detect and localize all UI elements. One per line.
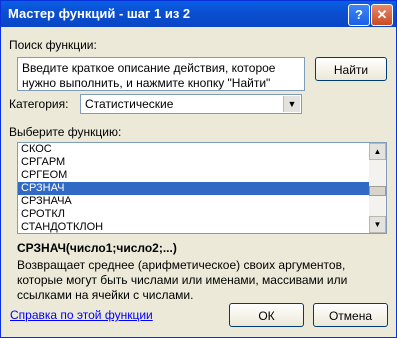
category-label: Категория: — [9, 97, 69, 111]
list-item[interactable]: СРГАРМ — [18, 156, 369, 169]
scroll-up-icon[interactable]: ▲ — [369, 143, 386, 160]
category-select[interactable]: Статистические ▼ — [80, 94, 302, 114]
function-wizard-dialog: Мастер функций - шаг 1 из 2 ? ✕ Поиск фу… — [0, 0, 397, 338]
scroll-down-icon[interactable]: ▼ — [369, 216, 386, 233]
scroll-thumb[interactable] — [369, 186, 386, 196]
chevron-down-icon[interactable]: ▼ — [283, 96, 300, 112]
list-item[interactable]: СКОС — [18, 143, 369, 156]
ok-button[interactable]: ОК — [229, 303, 304, 327]
function-signature: СРЗНАЧ(число1;число2;...) — [17, 241, 177, 255]
functions-label: Выберите функцию: — [9, 125, 122, 139]
find-button[interactable]: Найти — [315, 57, 387, 81]
dialog-title: Мастер функций - шаг 1 из 2 — [8, 6, 191, 21]
title-bar[interactable]: Мастер функций - шаг 1 из 2 ? ✕ — [1, 1, 396, 27]
help-link[interactable]: Справка по этой функции — [10, 308, 153, 322]
list-item[interactable]: СТАНДОТКЛОН — [18, 221, 369, 233]
search-input[interactable]: Введите краткое описание действия, котор… — [17, 57, 305, 91]
function-list[interactable]: СКОС СРГАРМ СРГЕОМ СРЗНАЧ СРЗНАЧА СРОТКЛ… — [17, 142, 387, 234]
help-icon[interactable]: ? — [348, 4, 370, 26]
scrollbar[interactable]: ▲ ▼ — [369, 143, 386, 233]
list-item[interactable]: СРОТКЛ — [18, 208, 369, 221]
function-description: Возвращает среднее (арифметическое) свои… — [17, 258, 348, 302]
list-item[interactable]: СРЗНАЧА — [18, 195, 369, 208]
search-label: Поиск функции: — [9, 38, 97, 52]
list-item-selected[interactable]: СРЗНАЧ — [18, 182, 369, 195]
list-item[interactable]: СРГЕОМ — [18, 169, 369, 182]
close-icon[interactable]: ✕ — [371, 4, 393, 26]
category-value: Статистические — [85, 97, 174, 111]
cancel-button[interactable]: Отмена — [313, 303, 388, 327]
